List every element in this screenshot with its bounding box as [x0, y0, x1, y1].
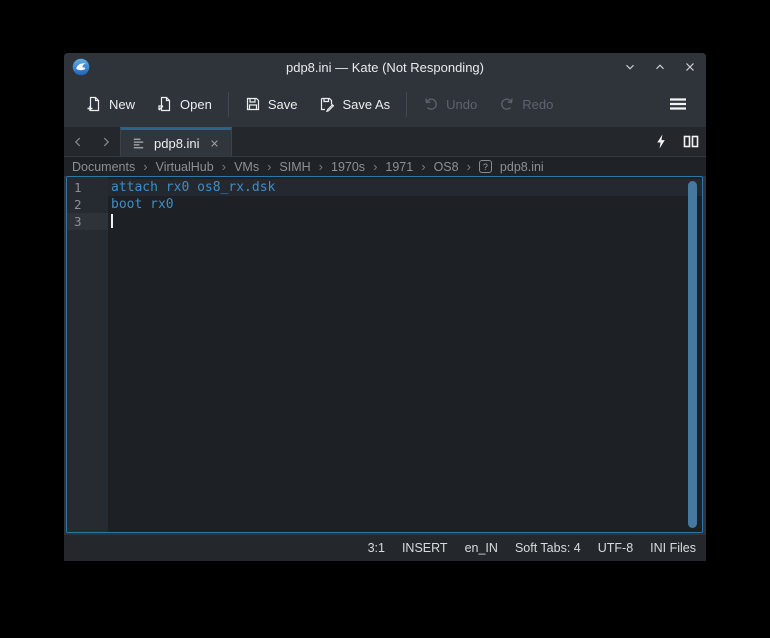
- status-cursor-position[interactable]: 3:1: [368, 541, 385, 555]
- text-editor-view[interactable]: 1 2 3 attach rx0 os8_rx.dsk boot rx0: [66, 176, 703, 533]
- status-dictionary[interactable]: en_IN: [465, 541, 498, 555]
- save-button[interactable]: Save: [237, 90, 306, 118]
- line-number-gutter[interactable]: 1 2 3: [67, 177, 108, 532]
- status-bar: 3:1 INSERT en_IN Soft Tabs: 4 UTF-8 INI …: [64, 535, 706, 561]
- save-button-label: Save: [268, 97, 298, 112]
- toolbar-separator: [406, 92, 407, 117]
- minimize-icon[interactable]: [622, 59, 638, 75]
- split-view-icon[interactable]: [676, 127, 706, 156]
- save-as-icon: [319, 96, 335, 112]
- save-as-button-label: Save As: [342, 97, 390, 112]
- unknown-file-type-icon: ?: [479, 160, 492, 173]
- kate-app-icon: [72, 58, 90, 76]
- text-cursor: [111, 214, 113, 228]
- status-encoding[interactable]: UTF-8: [598, 541, 633, 555]
- hamburger-menu-icon[interactable]: [662, 92, 694, 116]
- window-controls: [622, 59, 698, 75]
- code-line-2[interactable]: boot rx0: [108, 196, 702, 213]
- new-button-label: New: [109, 97, 135, 112]
- redo-button[interactable]: Redo: [491, 90, 561, 118]
- tab-pdp8-ini[interactable]: pdp8.ini: [120, 127, 232, 156]
- save-as-button[interactable]: Save As: [311, 90, 398, 118]
- breadcrumb-separator: ›: [467, 159, 471, 174]
- line-number-current: 3: [67, 213, 108, 230]
- new-document-icon: [86, 96, 102, 112]
- breadcrumb-separator: ›: [222, 159, 226, 174]
- status-highlight-mode[interactable]: INI Files: [650, 541, 696, 555]
- desktop: pdp8.ini — Kate (Not Responding): [0, 0, 770, 638]
- toolbar-separator: [228, 92, 229, 117]
- status-input-mode[interactable]: INSERT: [402, 541, 448, 555]
- breadcrumb-separator: ›: [143, 159, 147, 174]
- redo-button-label: Redo: [522, 97, 553, 112]
- vertical-scrollbar[interactable]: [688, 181, 697, 528]
- breadcrumb-separator: ›: [421, 159, 425, 174]
- tab-bar: pdp8.ini: [64, 127, 706, 157]
- breadcrumb-item-virtualhub[interactable]: VirtualHub: [156, 160, 214, 174]
- tab-close-icon[interactable]: [208, 137, 221, 150]
- line-number: 2: [67, 196, 108, 213]
- breadcrumb-item-1970s[interactable]: 1970s: [331, 160, 365, 174]
- line-number: 1: [67, 179, 108, 196]
- code-line-3[interactable]: [108, 213, 702, 230]
- kate-window: pdp8.ini — Kate (Not Responding): [64, 53, 706, 561]
- maximize-icon[interactable]: [652, 59, 668, 75]
- breadcrumb-item-1971[interactable]: 1971: [385, 160, 413, 174]
- breadcrumb-item-simh[interactable]: SIMH: [279, 160, 310, 174]
- breadcrumb-separator: ›: [267, 159, 271, 174]
- open-button-label: Open: [180, 97, 212, 112]
- breadcrumb-separator: ›: [373, 159, 377, 174]
- save-icon: [245, 96, 261, 112]
- tab-label: pdp8.ini: [154, 136, 200, 151]
- breadcrumb-separator: ›: [319, 159, 323, 174]
- tab-forward-button[interactable]: [92, 127, 120, 156]
- undo-button-label: Undo: [446, 97, 477, 112]
- undo-icon: [423, 96, 439, 112]
- close-icon[interactable]: [682, 59, 698, 75]
- tab-back-button[interactable]: [64, 127, 92, 156]
- code-line-1[interactable]: attach rx0 os8_rx.dsk: [108, 179, 702, 196]
- main-toolbar: New Open: [64, 81, 706, 127]
- new-button[interactable]: New: [78, 90, 143, 118]
- breadcrumb-item-vms[interactable]: VMs: [234, 160, 259, 174]
- open-button[interactable]: Open: [149, 90, 220, 118]
- breadcrumb-item-os8[interactable]: OS8: [434, 160, 459, 174]
- undo-button[interactable]: Undo: [415, 90, 485, 118]
- open-document-icon: [157, 96, 173, 112]
- document-lines-icon: [131, 136, 146, 151]
- status-tab-settings[interactable]: Soft Tabs: 4: [515, 541, 581, 555]
- window-title: pdp8.ini — Kate (Not Responding): [64, 60, 706, 75]
- redo-icon: [499, 96, 515, 112]
- code-area[interactable]: attach rx0 os8_rx.dsk boot rx0: [108, 177, 702, 532]
- breadcrumb-item-documents[interactable]: Documents: [72, 160, 135, 174]
- breadcrumb-item-file[interactable]: pdp8.ini: [500, 160, 544, 174]
- quick-actions-lightning-icon[interactable]: [646, 127, 676, 156]
- breadcrumb: Documents › VirtualHub › VMs › SIMH › 19…: [64, 157, 706, 176]
- titlebar[interactable]: pdp8.ini — Kate (Not Responding): [64, 53, 706, 81]
